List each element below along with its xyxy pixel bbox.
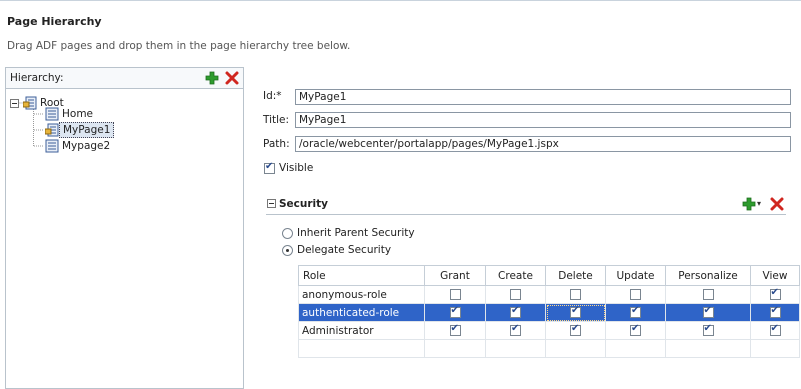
hierarchy-panel: Hierarchy: Root Home MyPage1 Mypage2 — [5, 67, 244, 389]
tree-node-mypage2[interactable]: Mypage2 — [45, 138, 113, 154]
column-header-update[interactable]: Update — [605, 265, 666, 286]
create-checkbox[interactable] — [510, 305, 521, 318]
collapse-toggle-icon[interactable] — [10, 98, 19, 108]
role-name: Administrator — [298, 321, 425, 340]
dropdown-arrow-icon[interactable]: ▾ — [757, 199, 761, 208]
grant-checkbox[interactable] — [449, 323, 461, 336]
path-label: Path: — [263, 138, 290, 150]
path-field[interactable]: /oracle/webcenter/portalapp/pages/MyPage… — [295, 136, 791, 152]
delete-role-icon[interactable] — [769, 196, 785, 212]
title-label: Title: — [263, 114, 290, 126]
table-row[interactable]: anonymous-role — [298, 285, 800, 304]
page-icon — [45, 139, 59, 153]
table-row-empty — [298, 339, 800, 358]
grant-checkbox[interactable] — [449, 289, 461, 300]
column-header-personalize[interactable]: Personalize — [665, 265, 751, 286]
inherit-security-radio[interactable] — [282, 228, 293, 239]
column-header-grant[interactable]: Grant — [424, 265, 486, 286]
delegate-security-label: Delegate Security — [297, 244, 392, 256]
delete-checkbox[interactable] — [570, 323, 581, 336]
page-icon — [45, 107, 59, 121]
role-name: authenticated-role — [298, 303, 425, 322]
table-header-row: Role Grant Create Delete Update Personal… — [298, 265, 800, 286]
tree-node-label: MyPage1 — [59, 122, 115, 138]
table-row[interactable]: Administrator — [298, 321, 800, 340]
personalize-checkbox[interactable] — [702, 305, 714, 318]
column-header-view[interactable]: View — [750, 265, 800, 286]
top-divider — [0, 0, 801, 1]
id-field[interactable]: MyPage1 — [295, 89, 791, 105]
view-checkbox[interactable] — [769, 305, 781, 318]
add-role-icon[interactable] — [741, 196, 757, 212]
tree-node-label: Home — [62, 108, 94, 120]
security-collapse-icon[interactable] — [267, 199, 276, 208]
secured-page-icon — [22, 96, 37, 110]
table-row[interactable]: authenticated-role — [298, 303, 800, 322]
role-name: anonymous-role — [298, 285, 425, 304]
personalize-checkbox[interactable] — [702, 289, 714, 300]
delete-checkbox[interactable] — [570, 289, 581, 300]
visible-checkbox[interactable] — [264, 161, 275, 174]
column-header-create[interactable]: Create — [485, 265, 546, 286]
page-title: Page Hierarchy — [7, 15, 102, 28]
instructions-text: Drag ADF pages and drop them in the page… — [7, 40, 351, 52]
tree-node-mypage1[interactable]: MyPage1 — [44, 122, 115, 138]
inherit-security-label: Inherit Parent Security — [297, 227, 415, 239]
update-checkbox[interactable] — [630, 289, 641, 300]
secured-page-icon — [44, 123, 59, 137]
grant-checkbox[interactable] — [449, 305, 461, 318]
id-label: Id:* — [263, 90, 282, 102]
tree-connectors — [15, 102, 44, 147]
personalize-checkbox[interactable] — [702, 323, 714, 336]
view-checkbox[interactable] — [769, 323, 781, 336]
update-checkbox[interactable] — [630, 305, 641, 318]
tree-node-label: Mypage2 — [62, 140, 111, 152]
column-header-role[interactable]: Role — [298, 265, 425, 286]
delete-checkbox[interactable] — [570, 305, 581, 318]
title-field[interactable]: MyPage1 — [295, 112, 791, 128]
view-checkbox[interactable] — [769, 287, 781, 300]
security-header: Security — [279, 198, 329, 210]
visible-label: Visible — [279, 162, 314, 174]
column-header-delete[interactable]: Delete — [545, 265, 606, 286]
tree-node-home[interactable]: Home — [45, 106, 96, 122]
create-checkbox[interactable] — [510, 289, 521, 300]
permissions-table: Role Grant Create Delete Update Personal… — [298, 265, 800, 358]
security-divider — [266, 214, 786, 215]
delegate-security-radio[interactable] — [282, 245, 293, 256]
create-checkbox[interactable] — [510, 323, 521, 336]
update-checkbox[interactable] — [630, 323, 641, 336]
